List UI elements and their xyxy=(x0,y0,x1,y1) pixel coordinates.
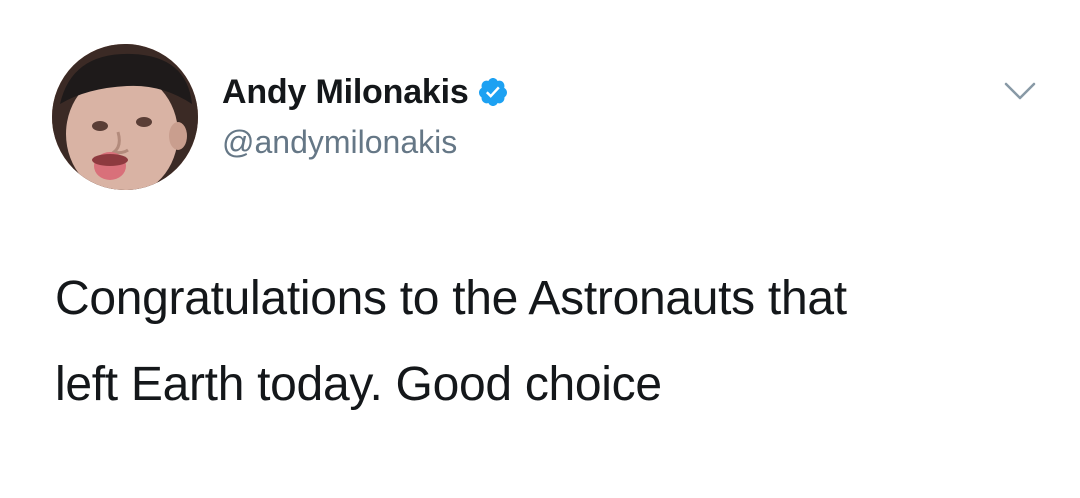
author-display-name[interactable]: Andy Milonakis xyxy=(222,73,469,112)
author-row: Andy Milonakis xyxy=(222,70,509,114)
avatar-image xyxy=(52,44,198,190)
avatar[interactable] xyxy=(52,44,198,190)
author-handle[interactable]: @andymilonakis xyxy=(222,124,457,161)
tweet-card: Andy Milonakis @andymilonakis Congratula… xyxy=(0,0,1080,498)
tweet-text-line: Congratulations to the Astronauts that xyxy=(55,272,847,325)
chevron-down-icon[interactable] xyxy=(1000,78,1040,104)
tweet-text-line: left Earth today. Good choice xyxy=(55,358,662,411)
verified-badge-icon xyxy=(477,76,509,108)
tweet-text: Congratulations to the Astronauts that l… xyxy=(55,256,1055,428)
